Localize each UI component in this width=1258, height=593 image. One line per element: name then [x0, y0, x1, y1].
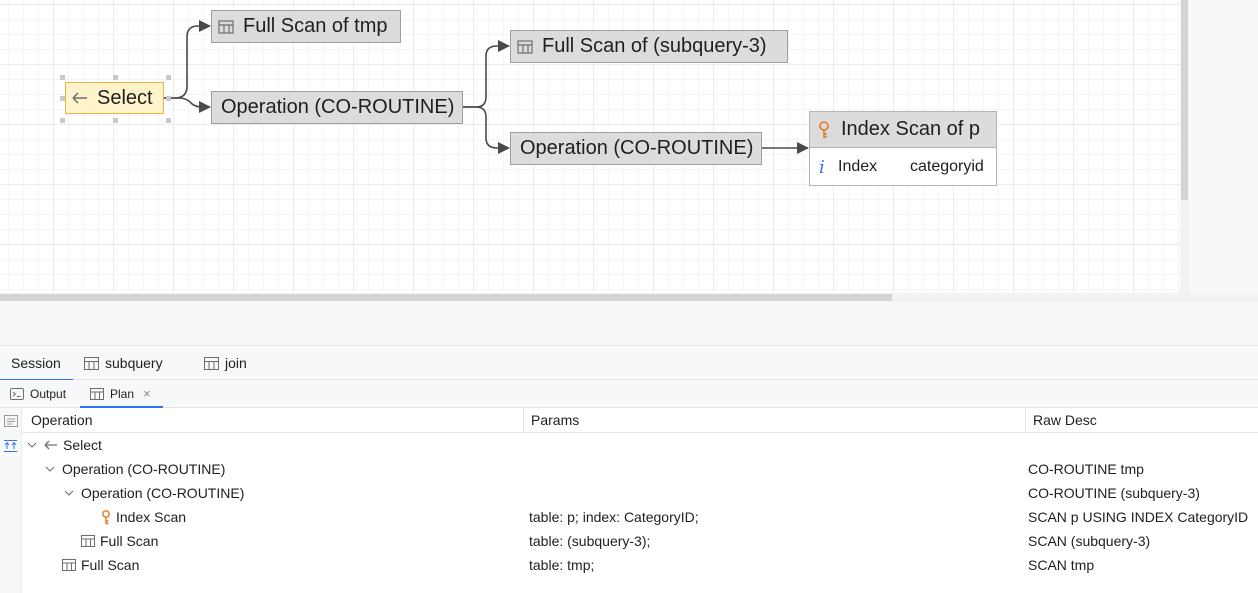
index-scan-title: Index Scan of p [841, 118, 980, 140]
info-icon: i [819, 156, 825, 178]
index-property-row: i Index categoryid [810, 148, 996, 186]
tab-label: Output [30, 386, 67, 401]
resize-handle[interactable] [60, 118, 65, 123]
column-header-raw-desc[interactable]: Raw Desc [1033, 408, 1097, 432]
tab-join[interactable]: join [204, 346, 264, 380]
resize-handle[interactable] [60, 96, 65, 101]
index-property-label: Index [838, 158, 878, 175]
tab-session[interactable]: Session [0, 346, 73, 381]
tab-label: Plan [110, 386, 135, 401]
canvas-side-area [1189, 0, 1258, 293]
table-icon [218, 19, 234, 34]
column-divider[interactable] [1025, 408, 1026, 433]
resize-handle[interactable] [166, 118, 171, 123]
table-row[interactable]: Operation (CO-ROUTINE) CO-ROUTINE tmp [22, 457, 1258, 481]
full-scan-subquery-node[interactable]: Full Scan of (subquery-3) [510, 30, 788, 63]
full-scan-subquery-label: Full Scan of (subquery-3) [542, 35, 767, 57]
operation-text: Select [63, 437, 102, 453]
close-icon[interactable]: × [143, 386, 151, 401]
resize-handle[interactable] [60, 75, 65, 80]
tab-label: Session [11, 355, 61, 371]
tab-label: subquery [105, 355, 163, 371]
raw-desc-cell: CO-ROUTINE tmp [1028, 461, 1144, 477]
table-icon [84, 356, 99, 370]
edge-operation-to-operation [462, 106, 510, 154]
column-header-params[interactable]: Params [531, 408, 579, 432]
select-node-label: Select [97, 86, 153, 109]
params-cell: table: (subquery-3); [529, 533, 651, 549]
table-icon [204, 356, 219, 370]
column-divider[interactable] [523, 408, 524, 433]
key-icon [101, 509, 111, 525]
operation-cell: Full Scan [62, 553, 139, 577]
table-row[interactable]: Select [22, 433, 1258, 457]
select-node[interactable]: Select [65, 82, 164, 114]
operation-cell: Index Scan [101, 505, 186, 529]
console-icon [10, 387, 24, 400]
operation-text: Operation (CO-ROUTINE) [62, 461, 226, 477]
table-icon [90, 387, 104, 400]
operation-cell: Operation (CO-ROUTINE) [63, 481, 244, 505]
chevron-down-icon[interactable] [44, 466, 56, 472]
tab-label: join [225, 355, 247, 371]
params-cell: table: p; index: CategoryID; [529, 509, 699, 525]
chevron-down-icon[interactable] [26, 442, 38, 448]
tab-subquery[interactable]: subquery [84, 346, 184, 380]
full-scan-tmp-label: Full Scan of tmp [243, 15, 388, 37]
table-row[interactable]: Index Scan table: p; index: CategoryID; … [22, 505, 1258, 529]
operation-node[interactable]: Operation (CO-ROUTINE) [510, 132, 762, 165]
operation-text: Index Scan [116, 509, 187, 525]
select-arrow-icon [44, 439, 58, 451]
index-property-value: categoryid [910, 158, 984, 175]
operation-cell: Select [26, 433, 102, 457]
tab-plan[interactable]: Plan × [80, 380, 163, 408]
grid-gutter [0, 408, 22, 593]
operation-text: Full Scan [100, 533, 159, 549]
raw-desc-cell: CO-ROUTINE (subquery-3) [1028, 485, 1200, 501]
operation-node-label: Operation (CO-ROUTINE) [221, 96, 455, 118]
column-header-operation[interactable]: Operation [31, 408, 92, 432]
expand-all-icon[interactable] [3, 440, 18, 452]
tab-output[interactable]: Output [10, 380, 72, 407]
vertical-scrollbar-thumb[interactable] [1181, 0, 1188, 200]
horizontal-scrollbar-thumb[interactable] [0, 294, 892, 301]
result-tab-bar: Output Plan × [0, 380, 1258, 408]
raw-desc-cell: SCAN (subquery-3) [1028, 533, 1151, 549]
operation-node[interactable]: Operation (CO-ROUTINE) [211, 91, 463, 124]
operation-cell: Full Scan [81, 529, 158, 553]
chevron-down-icon[interactable] [63, 490, 75, 496]
operation-text: Full Scan [81, 557, 140, 573]
raw-desc-cell: SCAN p USING INDEX CategoryID [1028, 509, 1249, 525]
grid-header: Operation Params Raw Desc [22, 408, 1258, 433]
session-tab-bar: Session subquery join [0, 345, 1258, 381]
select-arrow-icon [72, 91, 88, 105]
index-scan-node[interactable]: Index Scan of p i Index categoryid [809, 111, 997, 186]
table-icon [62, 559, 76, 571]
operation-node-label: Operation (CO-ROUTINE) [520, 137, 754, 159]
table-icon [81, 535, 95, 547]
table-row[interactable]: Full Scan table: tmp; SCAN tmp [22, 553, 1258, 577]
operation-cell: Operation (CO-ROUTINE) [44, 457, 225, 481]
table-row[interactable]: Operation (CO-ROUTINE) CO-ROUTINE (subqu… [22, 481, 1258, 505]
table-row[interactable]: Full Scan table: (subquery-3); SCAN (sub… [22, 529, 1258, 553]
edge-select-to-fullscan-tmp [164, 20, 211, 99]
params-cell: table: tmp; [529, 557, 595, 573]
panel-splitter[interactable] [0, 302, 1258, 345]
resize-handle[interactable] [166, 75, 171, 80]
edge-operation-to-fullscan-subquery [462, 40, 510, 108]
operation-text: Operation (CO-ROUTINE) [81, 485, 245, 501]
index-scan-header: Index Scan of p [810, 112, 996, 148]
raw-desc-cell: SCAN tmp [1028, 557, 1095, 573]
resize-handle[interactable] [113, 118, 118, 123]
plan-diagram-canvas[interactable]: Select Full Scan of tmp Operation (CO-RO… [0, 0, 1180, 293]
collapse-all-icon[interactable] [4, 415, 18, 427]
resize-handle[interactable] [166, 96, 171, 101]
full-scan-tmp-node[interactable]: Full Scan of tmp [211, 10, 401, 43]
key-icon [818, 120, 830, 139]
table-icon [517, 39, 533, 54]
resize-handle[interactable] [113, 75, 118, 80]
